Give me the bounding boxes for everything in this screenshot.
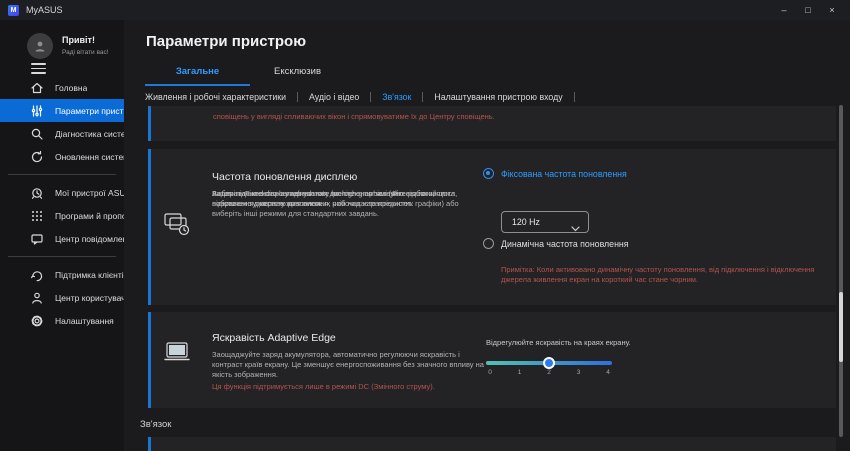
user-icon <box>30 291 44 305</box>
dynamic-refresh-note: Примітка: Коли активовано динамічну част… <box>501 265 836 285</box>
sidebar-item-system-diagnostics[interactable]: Діагностика системи <box>0 122 124 145</box>
scrollbar-track[interactable] <box>839 105 843 437</box>
myasus-logo-icon: M <box>8 5 19 16</box>
home-icon <box>30 81 44 95</box>
sidebar-item-label: Центр повідомлень <box>55 234 124 244</box>
tick-label: 4 <box>604 369 612 376</box>
subgreeting-text: Раді вітати вас! <box>62 49 109 56</box>
diagnostics-icon <box>30 127 44 141</box>
hamburger-menu-icon[interactable] <box>31 63 46 74</box>
sidebar-item-label: Діагностика системи <box>55 129 124 139</box>
greeting-text: Привіт! <box>62 35 95 45</box>
sidebar-item-system-update[interactable]: Оновлення системи <box>0 145 124 168</box>
devices-icon <box>30 186 44 200</box>
message-icon <box>30 232 44 246</box>
sidebar-item-settings[interactable]: Налаштування <box>0 309 124 332</box>
sidebar-item-home[interactable]: Головна <box>0 76 124 99</box>
apps-grid-icon <box>30 209 44 223</box>
refresh-rate-card: Частота поновлення дисплею Задля підсиле… <box>148 149 836 305</box>
display-refresh-icon <box>163 211 191 242</box>
sidebar-item-my-asus-devices[interactable]: Мої пристрої ASUS <box>0 181 124 204</box>
dynamic-refresh-radio[interactable] <box>483 238 494 249</box>
dynamic-refresh-label[interactable]: Динамічна частота поновлення <box>501 239 629 249</box>
adaptive-edge-note: Ця функція підтримується лише в режимі D… <box>212 382 512 392</box>
notification-settings-card: сповіщень у вигляді спливаючих вікон і с… <box>148 106 836 141</box>
subtab-audio-video[interactable]: Аудіо і відео <box>298 92 370 102</box>
subtab-connectivity[interactable]: Зв'язок <box>371 92 422 102</box>
sidebar-item-device-settings[interactable]: Параметри пристрою <box>0 99 124 122</box>
fixed-refresh-label[interactable]: Фіксована частота поновлення <box>501 169 627 179</box>
sidebar-item-label: Параметри пристрою <box>55 106 124 116</box>
minimize-button[interactable]: – <box>772 5 796 15</box>
refresh-rate-dropdown[interactable]: 120 Hz <box>501 211 589 233</box>
sidebar-item-label: Підтримка клієнтів <box>55 270 124 280</box>
fixed-refresh-radio[interactable] <box>483 168 494 179</box>
sidebar-item-label: Оновлення системи <box>55 152 124 162</box>
sidebar: Привіт! Раді вітати вас! Головна Парамет… <box>0 20 124 451</box>
page-title: Параметри пристрою <box>146 33 306 50</box>
chevron-down-icon <box>571 219 580 237</box>
brightness-slider-handle[interactable] <box>543 357 555 369</box>
maximize-button[interactable]: □ <box>796 5 820 15</box>
adaptive-edge-description: Заощаджуйте заряд акумулятора, автоматич… <box>212 350 490 380</box>
connectivity-card <box>148 437 836 451</box>
tick-label: 0 <box>486 369 494 376</box>
sliders-icon <box>30 104 44 118</box>
close-button[interactable]: × <box>820 5 844 15</box>
tick-label: 3 <box>575 369 583 376</box>
connectivity-section-header: Зв'язок <box>140 419 171 430</box>
tick-label: 2 <box>545 369 553 376</box>
tab-exclusive[interactable]: Ексклюзив <box>274 66 321 77</box>
sidebar-item-apps-offers[interactable]: Програми й пропозиції від... <box>0 204 124 227</box>
sidebar-item-label: Центр користувачів <box>55 293 124 303</box>
brightness-slider-ticks: 0 1 2 3 4 <box>486 369 612 376</box>
titlebar: M MyASUS – □ × <box>0 0 850 20</box>
tab-label: Ексклюзив <box>274 66 321 77</box>
sidebar-item-notification-center[interactable]: Центр повідомлень <box>0 227 124 250</box>
tab-label: Загальне <box>176 66 219 77</box>
app-title: MyASUS <box>26 5 63 15</box>
sidebar-item-label: Головна <box>55 83 87 93</box>
sidebar-item-customer-support[interactable]: Підтримка клієнтів <box>0 263 124 286</box>
main-content: Параметри пристрою Загальне Ексклюзив Жи… <box>124 20 850 451</box>
person-icon <box>33 39 47 53</box>
gear-icon <box>30 314 44 328</box>
adaptive-edge-title: Яскравість Adaptive Edge <box>212 332 336 344</box>
avatar[interactable] <box>27 33 53 59</box>
refresh-rate-title: Частота поновлення дисплею <box>212 171 357 183</box>
subtab-power-performance[interactable]: Живлення і робочі характеристики <box>145 92 297 102</box>
brightness-slider-label: Відрегулюйте яскравість на краях екрану. <box>486 338 631 347</box>
subtab-bar: Живлення і робочі характеристики Аудіо і… <box>145 92 575 102</box>
sidebar-divider <box>8 256 116 257</box>
myasus-window: M MyASUS – □ × Привіт! Раді вітати вас! <box>0 0 850 451</box>
subtab-input-device[interactable]: Налаштування пристрою входу <box>423 92 573 102</box>
refresh-rate-value: 120 Hz <box>512 217 540 227</box>
sidebar-item-user-center[interactable]: Центр користувачів <box>0 286 124 309</box>
laptop-icon <box>163 340 191 369</box>
notification-note-text: сповіщень у вигляді спливаючих вікон і с… <box>213 112 693 122</box>
dynamic-refresh-description: Автоматично встановлює частоту поновленн… <box>212 189 484 209</box>
support-icon <box>30 268 44 282</box>
tab-general[interactable]: Загальне <box>145 66 250 86</box>
sidebar-item-label: Мої пристрої ASUS <box>55 188 124 198</box>
tick-label: 1 <box>516 369 524 376</box>
subtab-separator <box>574 92 575 102</box>
user-profile[interactable]: Привіт! Раді вітати вас! <box>0 28 124 74</box>
sidebar-divider <box>8 174 116 175</box>
adaptive-edge-card: Яскравість Adaptive Edge Заощаджуйте зар… <box>148 312 836 408</box>
sidebar-item-label: Програми й пропозиції від... <box>55 211 124 221</box>
update-icon <box>30 150 44 164</box>
sidebar-item-label: Налаштування <box>55 316 114 326</box>
scrollbar-thumb[interactable] <box>839 292 843 362</box>
sidebar-nav: Головна Параметри пристрою Діагностика с… <box>0 76 124 332</box>
